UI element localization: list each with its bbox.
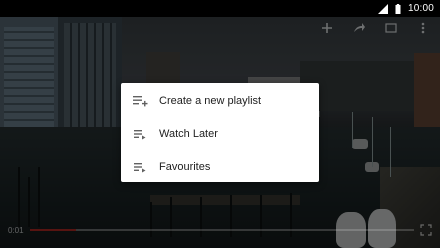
current-time: 0:01 (8, 225, 24, 235)
menu-item-favourites[interactable]: Favourites (121, 150, 319, 183)
add-to-playlist-menu: Create a new playlist Watch Later Favour… (121, 83, 319, 182)
menu-item-create-playlist[interactable]: Create a new playlist (121, 84, 319, 117)
status-bar: 10:00 (0, 0, 440, 17)
battery-icon (395, 3, 401, 14)
more-vert-icon[interactable] (416, 21, 430, 35)
cast-icon[interactable] (384, 21, 398, 35)
player-top-controls (0, 17, 440, 39)
cellular-signal-icon (377, 3, 388, 14)
fullscreen-icon[interactable] (420, 224, 432, 236)
playlist-add-icon (133, 95, 148, 106)
playlist-play-icon (134, 162, 146, 172)
progress-played (29, 229, 76, 231)
player-progress: 0:01 (0, 222, 440, 238)
menu-item-label: Create a new playlist (159, 94, 262, 107)
menu-item-watch-later[interactable]: Watch Later (121, 117, 319, 150)
menu-item-label: Favourites (159, 160, 211, 173)
add-to-playlist-icon[interactable] (320, 21, 334, 35)
menu-item-label: Watch Later (159, 127, 218, 140)
progress-track[interactable] (29, 229, 414, 231)
share-icon[interactable] (352, 21, 366, 35)
status-time: 10:00 (407, 3, 434, 14)
playlist-play-icon (134, 129, 146, 139)
